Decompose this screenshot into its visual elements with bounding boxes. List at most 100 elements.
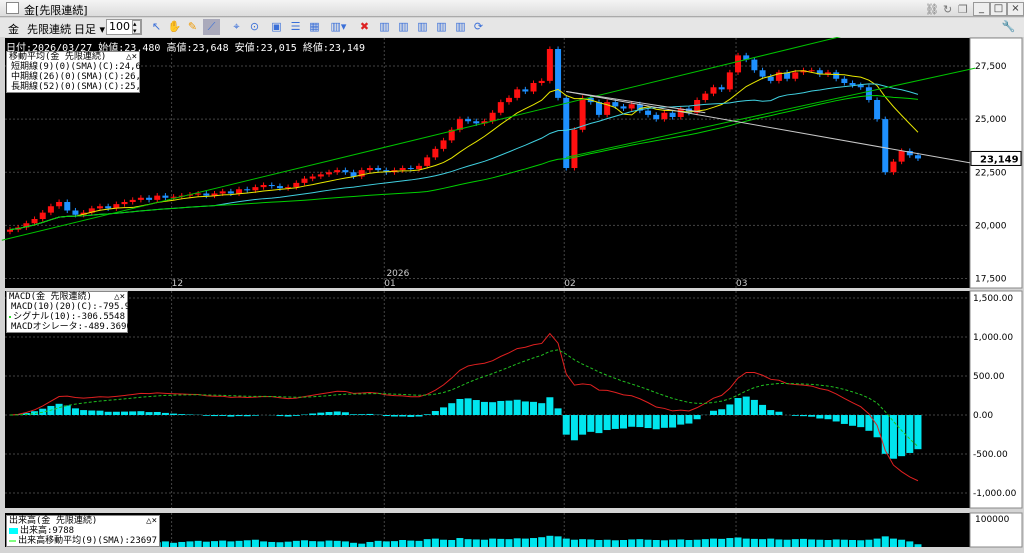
macd-histogram-bar: [685, 415, 693, 424]
volume-bar: [750, 538, 758, 547]
draw-line-icon[interactable]: ⟋: [203, 19, 220, 35]
ma-legend[interactable]: 移動平均(金 先限連続) △× 短期線(9)(0)(SMA)(C):24,611 …: [6, 51, 157, 93]
oscillator-label: MACDオシレータ:-489.3690: [11, 322, 132, 332]
candle-body: [571, 129, 578, 168]
indicator-3-icon[interactable]: ▥: [414, 19, 431, 35]
candle-body: [293, 182, 300, 188]
copy-icon[interactable]: ❐: [958, 3, 968, 16]
period-select[interactable]: 日足 ▾: [74, 21, 105, 37]
chart-area[interactable]: 12 01 02 03 2026 27,500 25,000 22,500 20,000 17,5…: [0, 37, 1024, 553]
legend-close-icon[interactable]: △×: [146, 516, 157, 526]
maximize-button[interactable]: □: [990, 2, 1007, 16]
price-tick-label: 20,000: [975, 221, 1007, 231]
contract-label[interactable]: 先限連続: [27, 21, 71, 37]
volume-bar: [685, 540, 693, 547]
indicator-1-icon[interactable]: ▥: [376, 19, 393, 35]
candle-body: [522, 89, 529, 92]
candle-body: [546, 49, 553, 81]
volume-legend[interactable]: 出来高(金 先限連続) △× 出来高:9788 出来高移動平均(9)(SMA):2…: [6, 515, 160, 547]
volume-bar: [889, 538, 897, 547]
link-icon[interactable]: ⛓: [925, 3, 939, 16]
macd-legend[interactable]: MACD(金 先限連続) △× MACD(10)(20)(C):-795.9238…: [6, 291, 146, 333]
hand-icon[interactable]: ✋: [166, 19, 183, 35]
indicator-menu-icon[interactable]: ▥▾: [330, 19, 347, 35]
volume-bar: [562, 538, 570, 547]
volume-bar: [431, 538, 439, 547]
settings-wrench-icon[interactable]: 🔧: [1000, 19, 1017, 35]
macd-histogram-bar: [440, 407, 448, 415]
volume-bar: [309, 541, 317, 547]
grid-icon[interactable]: ▦: [306, 19, 323, 35]
candle-body: [227, 191, 234, 194]
select-cursor-icon[interactable]: ↖: [148, 19, 165, 35]
pencil-icon[interactable]: ✎: [184, 19, 201, 35]
candle-body: [595, 102, 602, 115]
macd-histogram-bar: [80, 410, 88, 415]
candle-body: [440, 140, 447, 149]
macd-histogram-bar: [857, 415, 865, 428]
macd-histogram-bar: [145, 412, 153, 415]
symbol-label[interactable]: 金: [8, 21, 19, 37]
macd-histogram-bar: [333, 411, 341, 415]
macd-histogram-bar: [620, 415, 627, 429]
macd-histogram-bar: [595, 415, 603, 434]
macd-histogram-bar: [243, 415, 251, 417]
app-chart-icon: [6, 2, 19, 14]
period-value: 日足: [74, 23, 96, 36]
candle-body: [702, 93, 709, 100]
reload-icon[interactable]: ⟳: [470, 19, 487, 35]
minimize-button[interactable]: _: [973, 2, 990, 16]
volume-bar: [734, 537, 742, 547]
macd-histogram-bar: [791, 415, 799, 416]
volume-bar: [325, 540, 333, 547]
candle-body: [497, 102, 504, 113]
indicator-5-icon[interactable]: ▥: [452, 19, 469, 35]
refresh-icon[interactable]: ↻: [943, 3, 952, 16]
macd-histogram-bar: [570, 415, 578, 441]
indicator-4-icon[interactable]: ▥: [433, 19, 450, 35]
macd-histogram-bar: [521, 401, 529, 415]
volume-bar: [726, 538, 734, 547]
chart-window-icon[interactable]: ▣: [268, 19, 285, 35]
volume-bar: [251, 539, 259, 547]
volume-bar: [513, 538, 521, 547]
grid-rows-icon[interactable]: ☰: [287, 19, 304, 35]
legend-close-icon[interactable]: △×: [114, 292, 125, 302]
macd-histogram-bar: [464, 398, 472, 415]
candle-body: [203, 193, 210, 196]
volume-bar: [644, 539, 652, 547]
macd-histogram-bar: [775, 411, 783, 415]
volume-bar: [742, 538, 750, 547]
macd-histogram-bar: [202, 415, 210, 416]
close-button[interactable]: ×: [1007, 2, 1024, 16]
volume-bar: [865, 539, 873, 547]
candle-body: [726, 72, 733, 90]
macd-tick-label: 500.00: [973, 372, 1005, 382]
indicator-2-icon[interactable]: ▥: [395, 19, 412, 35]
crosshair-icon[interactable]: ⌖: [228, 19, 245, 35]
candle-body: [890, 161, 897, 173]
count-stepper[interactable]: ▴ ▾: [132, 20, 141, 35]
volume-bar: [317, 541, 325, 547]
volume-bar: [709, 538, 717, 547]
macd-histogram-bar: [587, 415, 595, 432]
candle-body: [759, 70, 766, 77]
volume-bar: [382, 541, 390, 547]
macd-histogram-bar: [358, 414, 366, 415]
legend-close-icon[interactable]: △×: [126, 52, 137, 62]
volume-bar: [202, 541, 210, 547]
macd-histogram-bar: [628, 415, 636, 427]
volume-bar: [333, 540, 341, 547]
circle-up-icon[interactable]: ⊙: [246, 19, 263, 35]
remove-indicator-icon[interactable]: ✖: [356, 19, 373, 35]
x-axis-label: 03: [736, 279, 747, 289]
macd-histogram-bar: [824, 415, 832, 420]
volume-bar: [669, 539, 677, 547]
macd-histogram-bar: [137, 411, 145, 415]
volume-bar: [693, 539, 701, 547]
volume-bar: [521, 538, 529, 547]
volume-bar: [390, 541, 398, 547]
volume-bar: [497, 538, 505, 547]
candle-body: [808, 70, 815, 72]
candle-body: [865, 87, 872, 100]
